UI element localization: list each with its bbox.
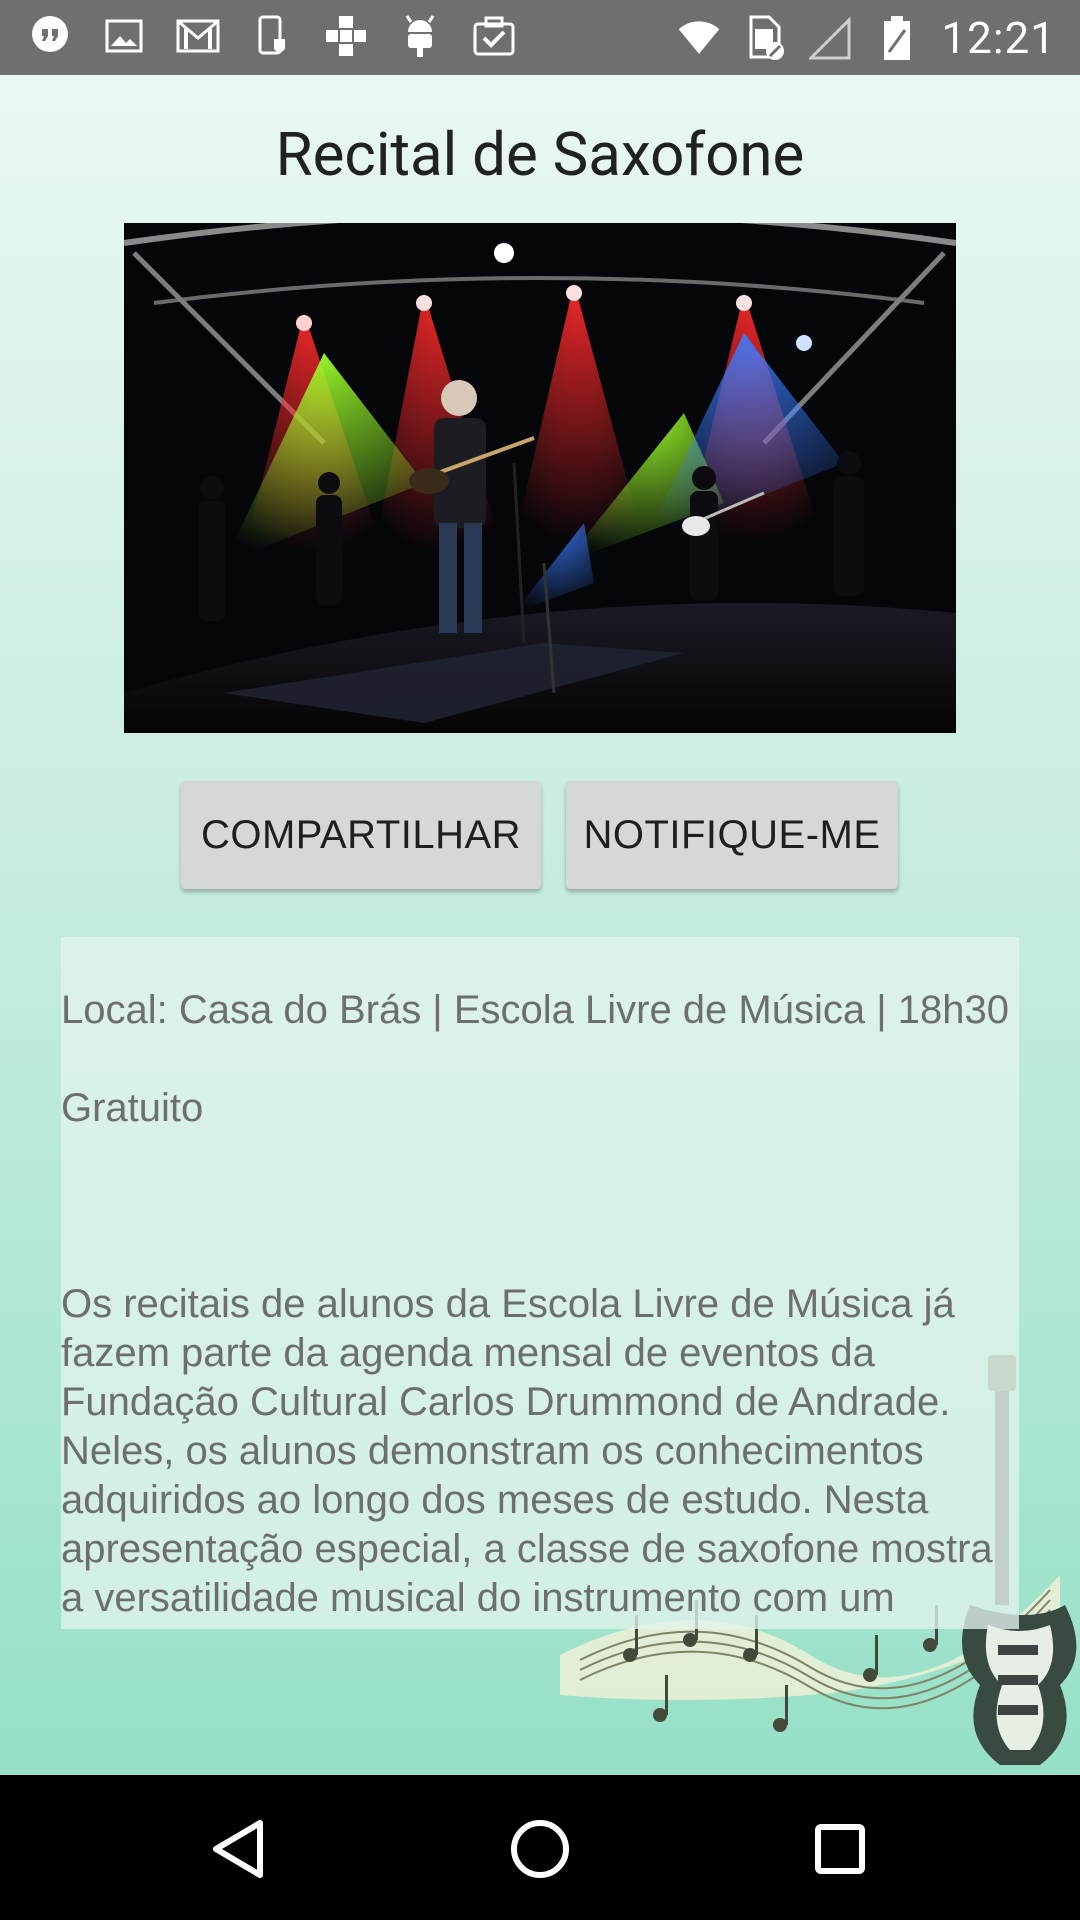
clock: 12:21 <box>941 12 1056 64</box>
event-description: Local: Casa do Brás | Escola Livre de Mú… <box>61 937 1019 1629</box>
task-icon <box>472 14 516 58</box>
navigation-bar <box>0 1775 1080 1920</box>
gmail-icon <box>176 14 220 58</box>
system-icons: 12:21 <box>677 10 1056 66</box>
device-icon <box>250 14 294 58</box>
battery-icon <box>875 16 919 60</box>
home-icon[interactable] <box>502 1811 578 1887</box>
signal-icon <box>809 16 853 60</box>
notification-icons <box>28 14 516 58</box>
app-screen: 12:21 Recital de Saxofone COMPARTILHAR N… <box>0 0 1080 1920</box>
recents-icon[interactable] <box>802 1811 878 1887</box>
event-image <box>124 223 956 733</box>
android-icon <box>398 14 442 58</box>
concert-photo <box>124 223 956 733</box>
sim-icon <box>743 15 787 60</box>
event-detail-screen: Recital de Saxofone COMPARTILHAR NOTIFIQ… <box>0 75 1080 1775</box>
wifi-icon <box>677 16 721 60</box>
gallery-icon <box>102 14 146 58</box>
notify-me-button[interactable]: NOTIFIQUE-ME <box>566 781 898 889</box>
event-title: Recital de Saxofone <box>275 119 805 190</box>
back-icon[interactable] <box>200 1811 276 1887</box>
event-location: Local: Casa do Brás | Escola Livre de Mú… <box>61 988 1009 1032</box>
hangouts-icon <box>28 14 72 58</box>
plus-tiles-icon <box>324 14 368 58</box>
status-bar: 12:21 <box>0 0 1080 75</box>
event-price: Gratuito <box>61 1086 204 1130</box>
share-button[interactable]: COMPARTILHAR <box>181 781 541 889</box>
event-description-text: Os recitais de alunos da Escola Livre de… <box>61 1282 993 1629</box>
